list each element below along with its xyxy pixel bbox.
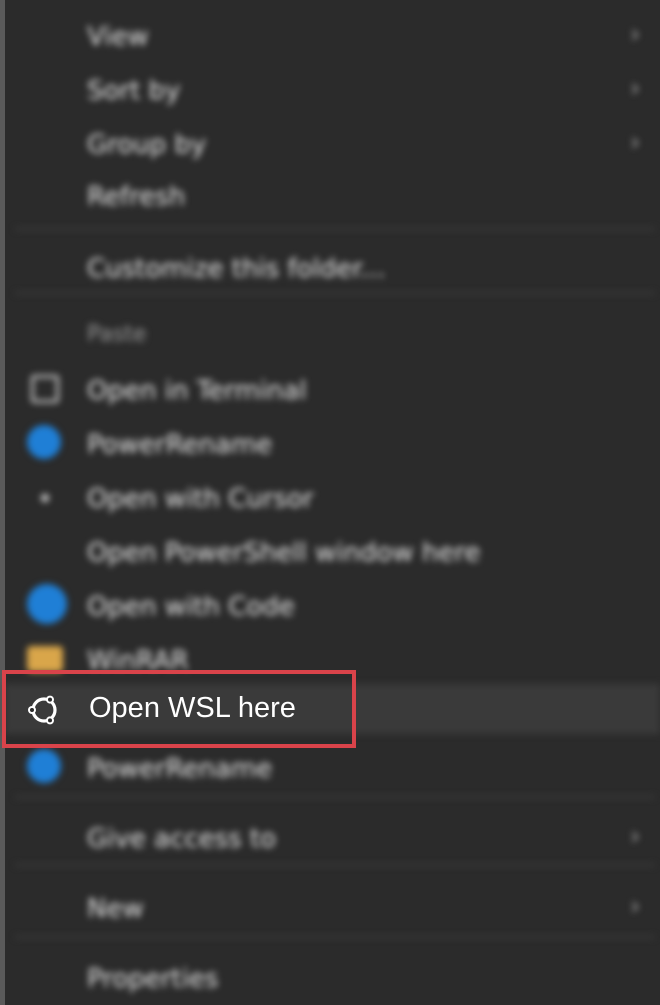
menu-item-open-wsl[interactable]: Open WSL here: [5, 684, 660, 734]
vscode-icon: [27, 584, 67, 624]
menu-item-new[interactable]: New ›: [5, 884, 660, 928]
menu-separator: [15, 228, 655, 230]
menu-item-powerrename-2[interactable]: PowerRename: [5, 744, 660, 788]
menu-item-group-by[interactable]: Group by ›: [5, 120, 660, 164]
chevron-right-icon: ›: [630, 74, 640, 102]
powerrename-icon: [27, 749, 61, 783]
menu-item-open-powershell[interactable]: Open PowerShell window here: [5, 528, 660, 572]
menu-item-sort-by[interactable]: Sort by ›: [5, 66, 660, 110]
menu-separator: [15, 292, 655, 294]
menu-item-label: Refresh: [87, 182, 186, 212]
menu-item-give-access[interactable]: Give access to ›: [5, 814, 660, 858]
menu-item-paste: Paste: [87, 322, 147, 347]
menu-item-open-code[interactable]: Open with Code: [5, 582, 660, 626]
context-menu: View › Sort by › Group by › Refresh Cust…: [5, 0, 660, 1005]
menu-item-label: Group by: [87, 130, 207, 160]
menu-item-label: PowerRename: [87, 754, 273, 784]
chevron-right-icon: ›: [630, 128, 640, 156]
menu-item-open-cursor[interactable]: Open with Cursor: [5, 474, 660, 518]
menu-item-powerrename[interactable]: PowerRename: [5, 420, 660, 464]
menu-item-label: Properties: [87, 964, 219, 994]
menu-item-label: Customize this folder...: [87, 254, 386, 284]
menu-item-label: Sort by: [87, 76, 181, 106]
chevron-right-icon: ›: [630, 822, 640, 850]
blurred-menu-content: View › Sort by › Group by › Refresh Cust…: [5, 0, 660, 1005]
cursor-icon: [41, 494, 49, 502]
menu-item-view[interactable]: View ›: [5, 12, 660, 56]
menu-item-label: Open WSL here: [89, 692, 296, 724]
terminal-icon: [31, 375, 59, 403]
menu-item-label: View: [87, 22, 149, 52]
menu-item-label: New: [87, 894, 144, 924]
chevron-right-icon: ›: [630, 892, 640, 920]
menu-item-label: PowerRename: [87, 430, 273, 460]
chevron-right-icon: ›: [630, 20, 640, 48]
menu-item-refresh[interactable]: Refresh: [5, 172, 660, 216]
menu-item-label: Open with Cursor: [87, 484, 314, 514]
menu-item-label: Open PowerShell window here: [87, 538, 481, 568]
menu-separator: [15, 864, 655, 866]
powerrename-icon: [27, 425, 61, 459]
menu-item-winrar[interactable]: WinRAR: [5, 636, 660, 680]
menu-item-label: Open with Code: [87, 592, 295, 622]
menu-item-customize-folder[interactable]: Customize this folder...: [5, 244, 660, 288]
menu-item-properties[interactable]: Properties: [5, 954, 660, 998]
menu-separator: [15, 796, 655, 798]
ubuntu-icon: [28, 695, 57, 725]
menu-item-label: Give access to: [87, 824, 276, 854]
winrar-icon: [27, 646, 63, 672]
menu-item-label: WinRAR: [87, 646, 189, 676]
menu-item-label: Open in Terminal: [87, 376, 307, 406]
menu-separator: [15, 936, 655, 938]
menu-item-open-terminal[interactable]: Open in Terminal: [5, 366, 660, 410]
